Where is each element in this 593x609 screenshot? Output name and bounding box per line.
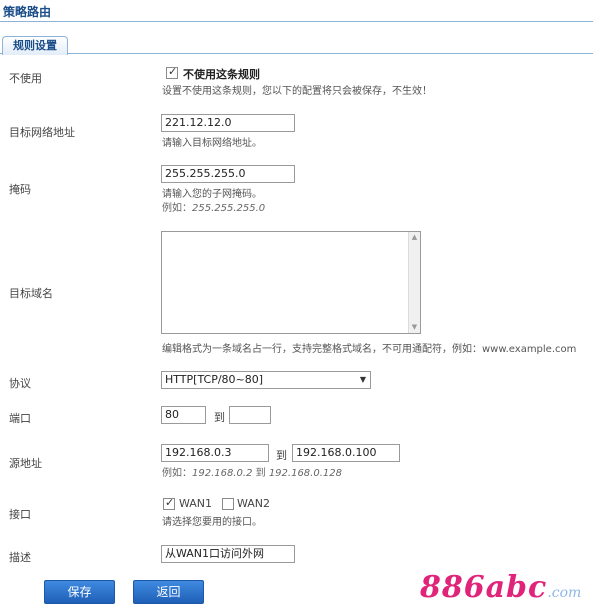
port-to-label: 到	[214, 411, 225, 424]
disable-rule-hint: 设置不使用这条规则，您以下的配置将只会被保存，不生效！	[162, 86, 432, 97]
source-from-input[interactable]: 192.168.0.3	[161, 444, 269, 462]
mask-hint: 请输入您的子网掩码。	[162, 189, 262, 200]
source-example-to: 192.168.0.128	[268, 468, 342, 479]
source-example: 例如：192.168.0.2 到 192.168.0.128	[162, 464, 342, 479]
dest-domain-label: 目标域名	[9, 287, 53, 300]
dest-network-hint: 请输入目标网络地址。	[162, 138, 262, 149]
protocol-selected-value: HTTP[TCP/80~80]	[165, 373, 264, 386]
interface-hint: 请选择您要用的接口。	[162, 517, 262, 528]
source-to-label: 到	[276, 449, 287, 462]
interface-label: 接口	[9, 508, 31, 521]
description-label: 描述	[9, 551, 31, 564]
dest-network-label: 目标网络地址	[9, 126, 75, 139]
wan1-label: WAN1	[179, 497, 213, 510]
save-button[interactable]: 保存	[44, 580, 115, 604]
wan2-checkbox[interactable]	[222, 498, 234, 510]
source-example-from: 192.168.0.2	[192, 468, 253, 479]
source-label: 源地址	[9, 457, 42, 470]
mask-example-prefix: 例如：	[162, 203, 192, 214]
mask-example: 例如：255.255.255.0	[162, 199, 265, 214]
dest-domain-textarea[interactable]: ▲ ▼	[161, 231, 421, 334]
disable-rule-checkbox-label: 不使用这条规则	[183, 68, 260, 81]
dest-network-input[interactable]: 221.12.12.0	[161, 114, 295, 132]
protocol-label: 协议	[9, 377, 31, 390]
mask-example-value: 255.255.255.0	[192, 203, 266, 214]
disable-label: 不使用	[9, 72, 42, 85]
mask-label: 掩码	[9, 183, 31, 196]
scroll-up-arrow-icon[interactable]: ▲	[409, 232, 420, 243]
description-input[interactable]: 从WAN1口访问外网	[161, 545, 295, 563]
tab-bar: 规则设置	[0, 32, 593, 55]
watermark-logo: 886abc.com	[420, 570, 581, 605]
tab-rule-settings[interactable]: 规则设置	[2, 36, 68, 55]
source-to-input[interactable]: 192.168.0.100	[292, 444, 400, 462]
scroll-down-arrow-icon[interactable]: ▼	[409, 322, 420, 333]
dropdown-arrow-icon: ▼	[359, 375, 366, 384]
dest-domain-scrollbar[interactable]: ▲ ▼	[408, 232, 420, 333]
watermark-sub: .com	[547, 585, 582, 601]
port-to-input[interactable]	[229, 406, 271, 424]
port-from-input[interactable]: 80	[161, 406, 206, 424]
page-title: 策略路由	[0, 0, 593, 22]
source-example-prefix: 例如：	[162, 468, 192, 479]
mask-input[interactable]: 255.255.255.0	[161, 165, 295, 183]
wan2-label: WAN2	[237, 497, 271, 510]
back-button[interactable]: 返回	[133, 580, 204, 604]
disable-rule-checkbox[interactable]	[166, 65, 178, 79]
protocol-select[interactable]: HTTP[TCP/80~80] ▼	[161, 371, 371, 389]
source-example-to-label: 到	[255, 468, 266, 479]
port-label: 端口	[9, 412, 31, 425]
dest-domain-hint: 编辑格式为一条域名占一行，支持完整格式域名，不可用通配符，例如：www.exam…	[162, 344, 577, 355]
watermark-main: 886abc	[420, 570, 548, 605]
wan1-checkbox[interactable]	[163, 496, 175, 510]
